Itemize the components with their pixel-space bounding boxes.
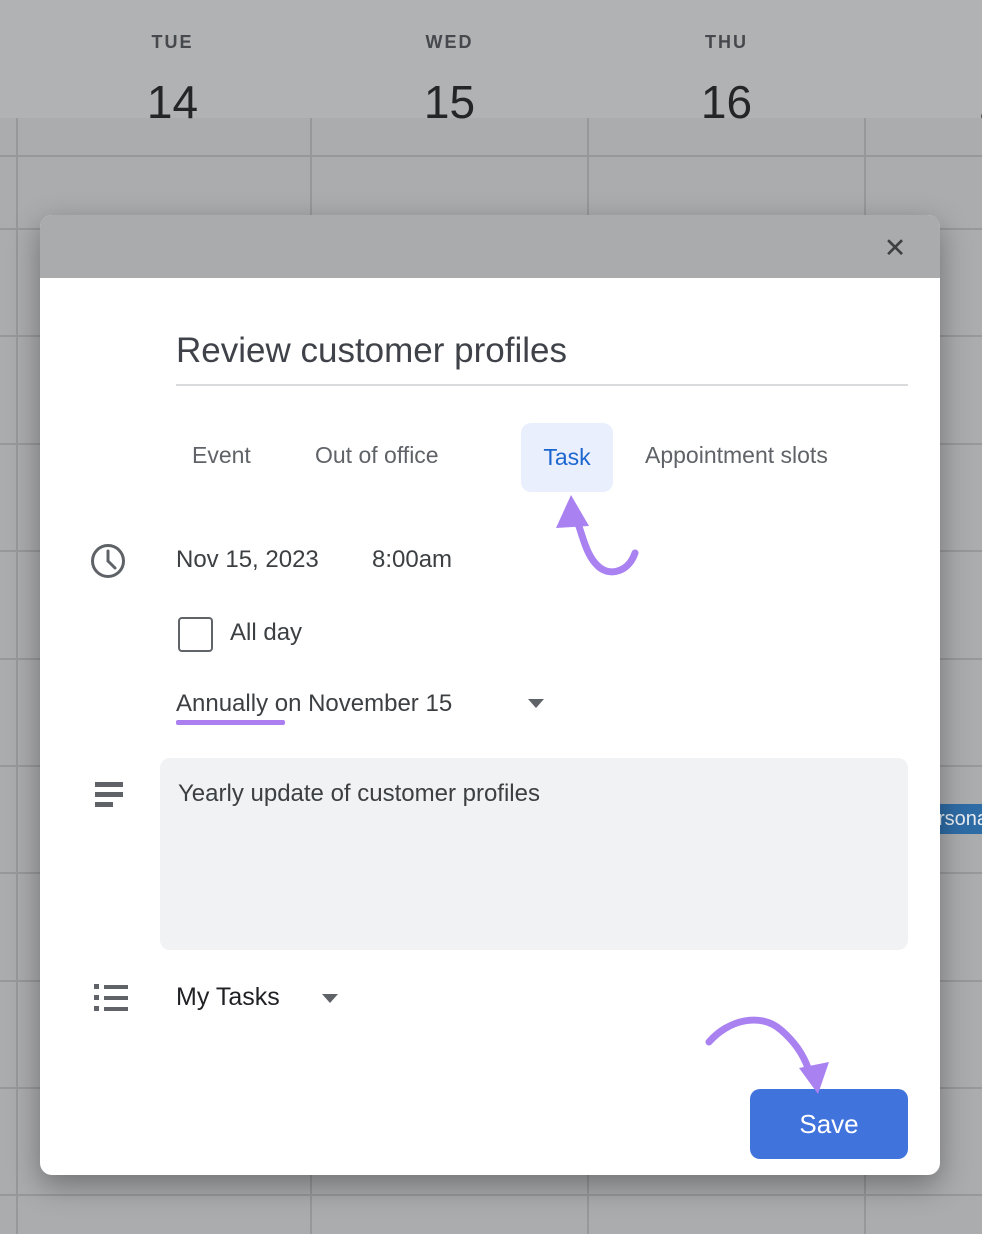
- tab-event[interactable]: Event: [192, 442, 251, 469]
- day-header-wed: WED 15: [311, 0, 588, 129]
- recurrence-annotation-underline: [176, 720, 285, 725]
- description-textarea[interactable]: Yearly update of customer profiles: [160, 758, 908, 950]
- all-day-checkbox[interactable]: [178, 617, 213, 652]
- title-input[interactable]: Review customer profiles: [176, 331, 908, 371]
- day-number: 14: [34, 75, 311, 129]
- day-name: THU: [588, 32, 865, 53]
- title-underline: [176, 384, 908, 386]
- tab-task[interactable]: Task: [521, 423, 613, 492]
- description-icon-bar: [95, 802, 113, 807]
- description-icon: [95, 782, 123, 812]
- day-header-thu: THU 16: [588, 0, 865, 129]
- clock-icon: [89, 542, 127, 580]
- screenshot-root: { "calendar": { "days": [ {"name": "TUE"…: [0, 0, 982, 1234]
- all-day-label: All day: [230, 619, 302, 647]
- description-icon-bar: [95, 792, 123, 797]
- date-field[interactable]: Nov 15, 2023: [176, 546, 319, 574]
- task-list-selector[interactable]: My Tasks: [176, 983, 280, 1012]
- day-number: 15: [311, 75, 588, 129]
- day-name: TUE: [34, 32, 311, 53]
- day-number: 16: [588, 75, 865, 129]
- task-list-icon: [94, 984, 128, 1017]
- tab-out-of-office[interactable]: Out of office: [315, 442, 439, 469]
- dropdown-arrow-icon[interactable]: [322, 994, 338, 1003]
- grid-vline: [16, 118, 18, 1234]
- save-button[interactable]: Save: [750, 1089, 908, 1159]
- day-name: FRI: [865, 32, 982, 53]
- task-dialog: ✕ Review customer profiles Event Out of …: [40, 215, 940, 1175]
- recurrence-selector[interactable]: Annually on November 15: [176, 690, 452, 718]
- day-header-fri: FRI 17: [865, 0, 982, 129]
- day-number: 17: [865, 75, 982, 129]
- day-header-tue: TUE 14: [34, 0, 311, 129]
- dropdown-arrow-icon[interactable]: [528, 699, 544, 708]
- close-icon[interactable]: ✕: [878, 231, 912, 265]
- time-field[interactable]: 8:00am: [372, 546, 452, 574]
- tab-appointment-slots[interactable]: Appointment slots: [645, 442, 828, 469]
- grid-hline: [0, 155, 982, 157]
- grid-hline: [0, 1194, 982, 1196]
- dialog-drag-bar[interactable]: ✕: [40, 215, 940, 278]
- description-icon-bar: [95, 782, 123, 787]
- day-name: WED: [311, 32, 588, 53]
